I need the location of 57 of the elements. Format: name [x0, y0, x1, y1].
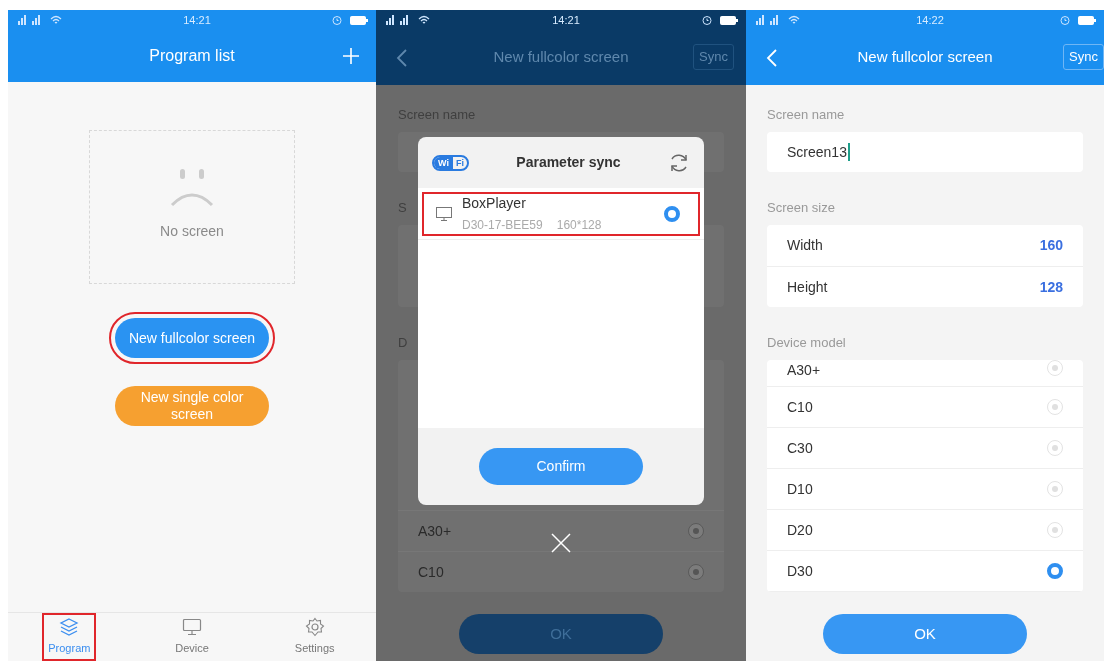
alarm-icon [1060, 15, 1070, 25]
battery-icon [1078, 15, 1096, 25]
section-label: Screen name [767, 106, 845, 120]
monitor-icon [182, 617, 202, 638]
status-time: 14:21 [552, 12, 580, 28]
screen-title: Program list [149, 46, 235, 66]
size-label: Width [787, 236, 823, 255]
model-option[interactable]: C30 [767, 428, 1083, 469]
radio-button[interactable] [688, 564, 704, 580]
wifi-icon [418, 15, 430, 25]
screen-title: New fullcolor screen [493, 47, 629, 68]
size-value[interactable]: 128 [1039, 276, 1063, 298]
section-label: Device model [767, 334, 846, 348]
model-option[interactable]: C10 [398, 551, 724, 592]
screen-title: New fullcolor screen [857, 47, 993, 68]
dialog-title: Parameter sync [516, 153, 621, 172]
confirm-button[interactable]: Confirm [479, 448, 643, 485]
section-label: Screen size [767, 199, 835, 213]
wifi-icon [50, 15, 62, 25]
status-time: 14:21 [183, 12, 211, 28]
empty-state-text: No screen [160, 222, 224, 241]
tab-bar-item[interactable]: Device [169, 613, 215, 661]
battery-icon [350, 15, 368, 25]
screen-name-field[interactable]: Screen13 [767, 132, 1083, 172]
battery-icon [720, 15, 738, 25]
sync-button[interactable]: Sync [1063, 44, 1104, 70]
size-value[interactable]: 160 [1039, 235, 1063, 256]
sad-face-icon [169, 167, 215, 207]
model-option[interactable]: A30+ [398, 510, 724, 551]
device-name: BoxPlayer [462, 194, 527, 213]
close-icon[interactable] [550, 532, 572, 554]
back-icon [396, 48, 408, 68]
alarm-icon [702, 15, 712, 25]
alarm-icon [332, 15, 342, 25]
add-icon [342, 47, 360, 65]
status-time: 14:22 [916, 12, 944, 28]
model-option[interactable]: D20 [767, 510, 1083, 551]
wifi-badge: Wi Fi [432, 154, 469, 171]
sync-button[interactable]: Sync [693, 44, 734, 70]
size-label: Height [787, 277, 828, 297]
radio-button[interactable] [688, 523, 704, 539]
device-resolution: 160*128 [556, 217, 602, 234]
tab-bar-item[interactable]: Settings [288, 613, 341, 661]
device-id: D30-17-BEE59 [462, 217, 543, 234]
settings-icon [304, 617, 325, 638]
ok-button[interactable]: OK [823, 614, 1027, 654]
model-option[interactable]: D30 [767, 551, 1083, 592]
wifi-icon [788, 15, 800, 25]
model-option[interactable]: D10 [767, 469, 1083, 510]
back-icon[interactable] [766, 48, 778, 68]
radio-selected[interactable] [1047, 563, 1063, 579]
model-option[interactable]: C10 [767, 387, 1083, 428]
tab-bar-item[interactable]: Program [42, 613, 97, 661]
monitor-icon [436, 206, 452, 221]
model-option[interactable]: A30+ [767, 360, 1083, 387]
radio-selected[interactable] [664, 205, 680, 222]
layers-icon [59, 617, 80, 638]
